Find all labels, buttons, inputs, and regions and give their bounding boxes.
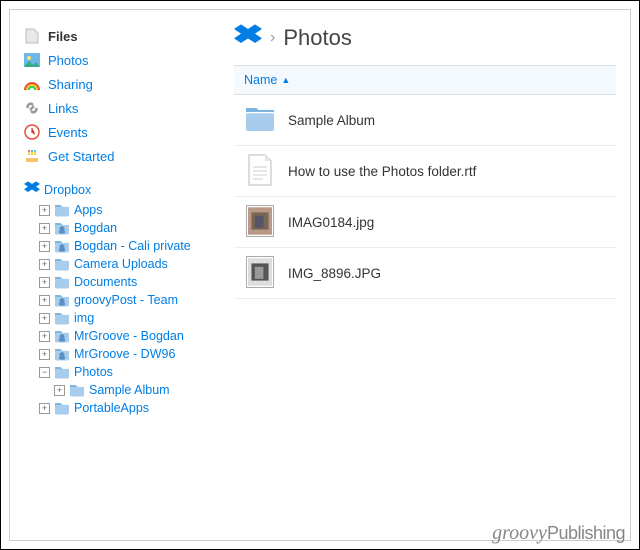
nav-files[interactable]: Files (24, 24, 210, 48)
tree-label: Documents (74, 275, 137, 289)
tree-toggle-icon[interactable]: + (39, 205, 50, 216)
folder-icon (54, 203, 70, 217)
tree-item-bogdan[interactable]: + Bogdan (39, 219, 210, 237)
file-row[interactable]: How to use the Photos folder.rtf (234, 146, 616, 197)
tree-toggle-icon[interactable]: + (54, 385, 65, 396)
tree-item-camera-uploads[interactable]: + Camera Uploads (39, 255, 210, 273)
shared-folder-icon (54, 329, 70, 343)
tree-label: Apps (74, 203, 103, 217)
file-icon (24, 28, 40, 44)
folder-icon (54, 311, 70, 325)
cake-icon (24, 148, 40, 164)
link-icon (24, 100, 40, 116)
tree-toggle-icon[interactable]: + (39, 313, 50, 324)
folder-icon (54, 401, 70, 415)
dropbox-icon (24, 180, 40, 199)
tree-label: img (74, 311, 94, 325)
photo-icon (24, 52, 40, 68)
rainbow-icon (24, 76, 40, 92)
tree-item-portableapps[interactable]: + PortableApps (39, 399, 210, 417)
file-row[interactable]: IMG_8896.JPG (234, 248, 616, 299)
shared-folder-icon (54, 239, 70, 253)
sort-asc-icon: ▲ (281, 75, 290, 85)
nav-sharing[interactable]: Sharing (24, 72, 210, 96)
tree-item-photos[interactable]: − Photos (39, 363, 210, 381)
tree-item-mrgroove-bogdan[interactable]: + MrGroove - Bogdan (39, 327, 210, 345)
tree-toggle-icon[interactable]: + (39, 331, 50, 342)
tree-label: MrGroove - DW96 (74, 347, 175, 361)
column-label: Name (244, 73, 277, 87)
file-name: How to use the Photos folder.rtf (288, 164, 476, 179)
breadcrumb-current: Photos (283, 25, 352, 51)
nav-label: Links (48, 101, 78, 116)
tree-label: MrGroove - Bogdan (74, 329, 184, 343)
nav-label: Events (48, 125, 88, 140)
tree-label: PortableApps (74, 401, 149, 415)
image-thumbnail (246, 256, 274, 291)
nav-label: Get Started (48, 149, 114, 164)
nav-get-started[interactable]: Get Started (24, 144, 210, 168)
file-row[interactable]: IMAG0184.jpg (234, 197, 616, 248)
file-name: Sample Album (288, 113, 375, 128)
tree-item-apps[interactable]: + Apps (39, 201, 210, 219)
folder-icon (54, 365, 70, 379)
nav-events[interactable]: Events (24, 120, 210, 144)
document-icon (247, 154, 273, 189)
clock-icon (24, 124, 40, 140)
tree-item-documents[interactable]: + Documents (39, 273, 210, 291)
sidebar: Files Photos Sharing Links Events Get Started… (10, 10, 220, 540)
nav-label: Files (48, 29, 78, 44)
tree-toggle-icon[interactable]: + (39, 403, 50, 414)
tree-label: groovyPost - Team (74, 293, 178, 307)
tree-root-dropbox[interactable]: Dropbox (24, 178, 210, 201)
tree-toggle-icon[interactable]: + (39, 223, 50, 234)
breadcrumb: › Photos (234, 22, 616, 53)
dropbox-icon[interactable] (234, 22, 262, 53)
nav-photos[interactable]: Photos (24, 48, 210, 72)
tree-item-groovypost-team[interactable]: + groovyPost - Team (39, 291, 210, 309)
tree-toggle-icon[interactable]: + (39, 349, 50, 360)
tree-toggle-icon[interactable]: + (39, 241, 50, 252)
tree-item-sample-album[interactable]: + Sample Album (54, 381, 210, 399)
tree-label: Camera Uploads (74, 257, 168, 271)
main-panel: › Photos Name ▲ Sample Album How to use t… (220, 10, 630, 540)
shared-folder-icon (54, 293, 70, 307)
folder-icon (245, 106, 275, 135)
file-name: IMG_8896.JPG (288, 266, 381, 281)
nav-links[interactable]: Links (24, 96, 210, 120)
tree-item-img[interactable]: + img (39, 309, 210, 327)
image-thumbnail (246, 205, 274, 240)
tree-label: Photos (74, 365, 113, 379)
tree-label: Sample Album (89, 383, 170, 397)
column-header-name[interactable]: Name ▲ (234, 65, 616, 95)
file-row[interactable]: Sample Album (234, 95, 616, 146)
file-name: IMAG0184.jpg (288, 215, 374, 230)
tree-label: Bogdan - Cali private (74, 239, 191, 253)
tree-item-bogdan-cali-private[interactable]: + Bogdan - Cali private (39, 237, 210, 255)
file-list: Sample Album How to use the Photos folder… (234, 95, 616, 299)
shared-folder-icon (54, 221, 70, 235)
shared-folder-icon (54, 347, 70, 361)
watermark: groovyPublishing (492, 522, 625, 545)
tree-toggle-icon[interactable]: − (39, 367, 50, 378)
folder-icon (54, 275, 70, 289)
tree-root-label: Dropbox (44, 183, 91, 197)
folder-icon (54, 257, 70, 271)
tree-toggle-icon[interactable]: + (39, 277, 50, 288)
tree-label: Bogdan (74, 221, 117, 235)
breadcrumb-separator: › (270, 29, 275, 47)
nav-label: Photos (48, 53, 88, 68)
folder-icon (69, 383, 85, 397)
nav-label: Sharing (48, 77, 93, 92)
tree-item-mrgroove-dw96[interactable]: + MrGroove - DW96 (39, 345, 210, 363)
tree-toggle-icon[interactable]: + (39, 259, 50, 270)
tree-toggle-icon[interactable]: + (39, 295, 50, 306)
